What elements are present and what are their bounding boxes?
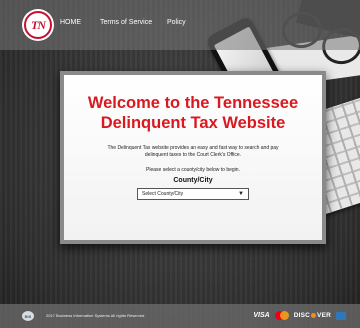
welcome-title: Welcome to the Tennessee Delinquent Tax … <box>70 93 316 133</box>
welcome-title-line1: Welcome to the Tennessee <box>87 94 299 112</box>
copyright-text: 2017 Business Information Systems All ri… <box>46 313 146 318</box>
discover-icon: DISC VER <box>293 312 331 319</box>
amex-icon <box>336 311 346 320</box>
payment-cards: VISA DISC VER <box>253 311 346 320</box>
description-text: The Delinquent Tax website provides an e… <box>107 145 279 158</box>
nav-policy-link[interactable]: Policy <box>167 19 186 26</box>
mastercard-icon <box>274 311 289 320</box>
select-prompt: Please select a county/city below to beg… <box>146 167 240 173</box>
bis-logo-icon: BIS <box>22 311 34 321</box>
visa-icon: VISA <box>253 312 270 319</box>
dropdown-arrow-icon: ▼ <box>238 191 244 197</box>
header-bar: TN HOME Terms of Service Policy <box>0 0 360 50</box>
county-city-select-value: Select County/City <box>142 191 184 197</box>
nav-home-link[interactable]: HOME <box>60 19 81 26</box>
county-city-label: County/City <box>173 177 213 184</box>
tn-logo-icon[interactable]: TN <box>24 11 52 39</box>
nav-terms-link[interactable]: Terms of Service <box>100 19 152 26</box>
county-city-select[interactable]: Select County/City ▼ <box>137 188 249 200</box>
welcome-card: Welcome to the Tennessee Delinquent Tax … <box>60 71 326 244</box>
welcome-title-line2: Delinquent Tax Website <box>100 114 286 132</box>
logo-text: TN <box>31 17 46 32</box>
footer-bar: BIS 2017 Business Information Systems Al… <box>0 304 360 328</box>
